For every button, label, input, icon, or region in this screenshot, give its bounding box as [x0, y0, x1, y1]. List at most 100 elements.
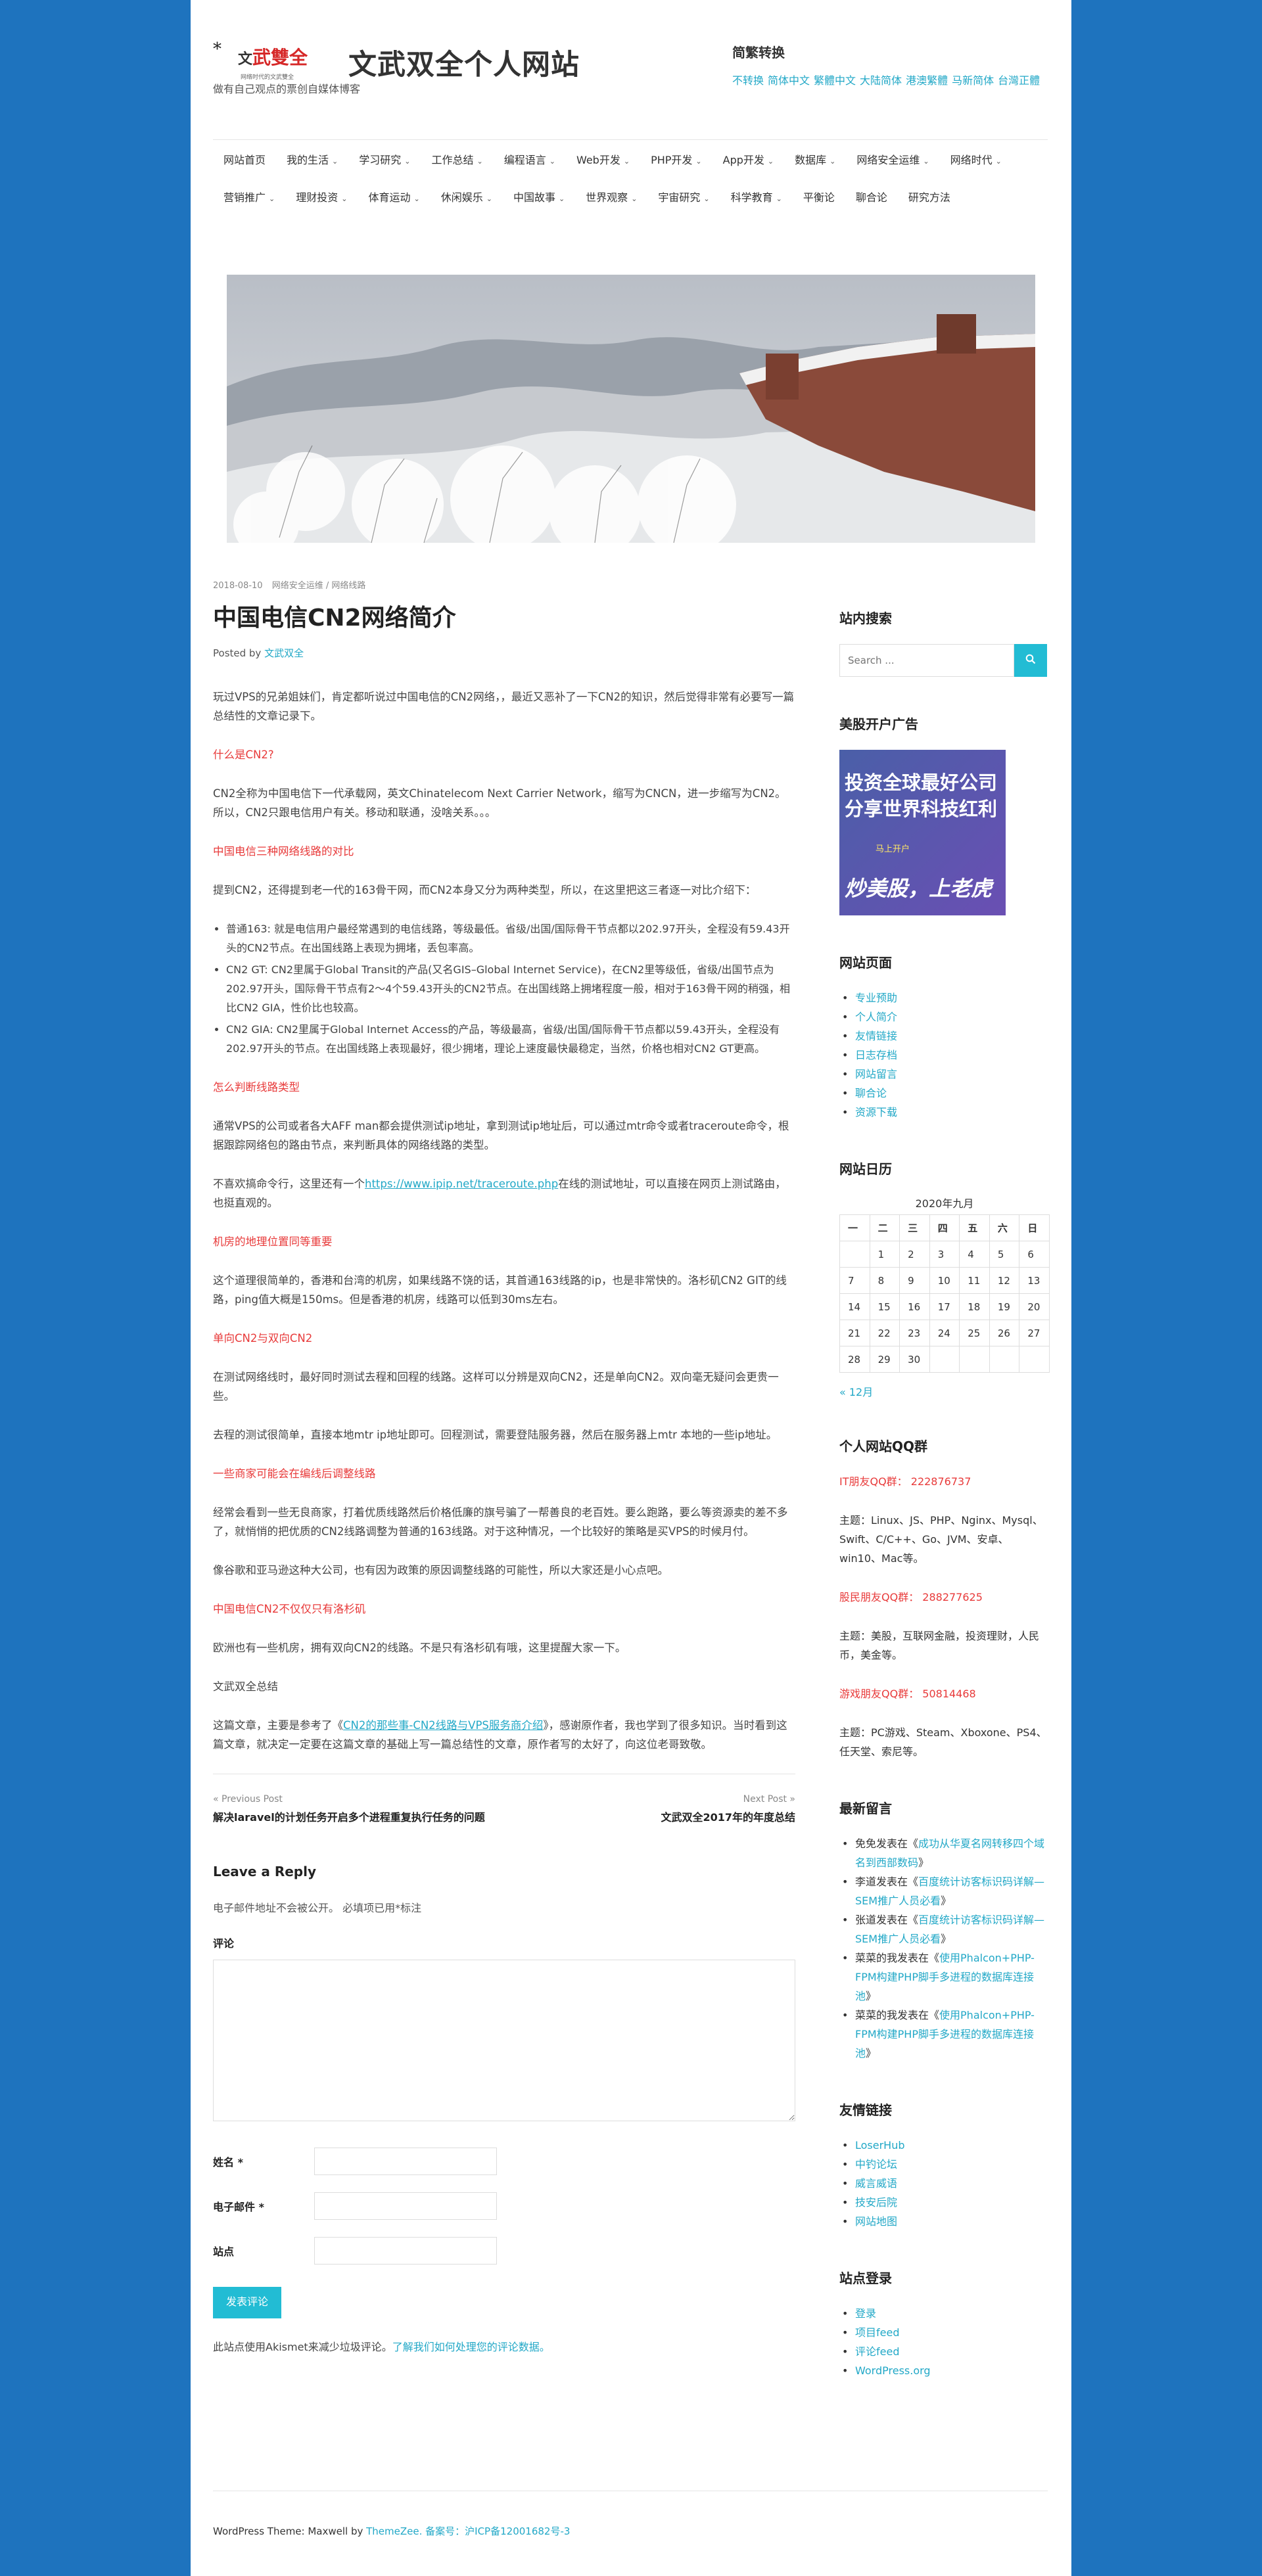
friend-link[interactable]: 网站地图: [855, 2215, 897, 2228]
page-link[interactable]: 专业预助: [855, 992, 897, 1004]
list-item: 项目feed: [839, 2323, 1050, 2342]
convert-link[interactable]: 台灣正體: [998, 74, 1040, 87]
great-wall-snow-image: [227, 275, 1035, 543]
nav-item[interactable]: 工作总结 ⌄: [421, 141, 493, 179]
comment-author: 李道: [855, 1875, 877, 1888]
pages-widget-title: 网站页面: [839, 955, 892, 971]
previous-post-title[interactable]: 解决laravel的计划任务开启多个进程重复执行任务的问题: [213, 1808, 485, 1824]
nav-item[interactable]: 世界观察 ⌄: [575, 179, 647, 216]
comment-form: Leave a Reply 电子邮件地址不会被公开。 必填项已用*标注 评论 姓…: [213, 1864, 795, 2354]
convert-link[interactable]: 繁體中文: [814, 74, 856, 87]
calendar-day: 16: [899, 1293, 930, 1320]
page-link[interactable]: 资源下载: [855, 1106, 897, 1118]
page-link[interactable]: 个人简介: [855, 1011, 897, 1023]
list-item: 网站留言: [839, 1065, 1050, 1084]
comment-textarea[interactable]: [213, 1960, 795, 2121]
convert-link[interactable]: 港澳繁體: [906, 74, 948, 87]
page-link[interactable]: 聊合论: [855, 1087, 887, 1099]
traceroute-link[interactable]: https://www.ipip.net/traceroute.php: [365, 1178, 558, 1190]
author-link[interactable]: 文武双全: [264, 647, 304, 659]
friend-link[interactable]: LoserHub: [855, 2139, 905, 2151]
list-item: 网站地图: [839, 2212, 1050, 2231]
list-item: 聊合论: [839, 1084, 1050, 1103]
ad-headline: 投资全球最好公司 分享世界科技红利: [845, 771, 998, 820]
nav-item[interactable]: 我的生活 ⌄: [276, 141, 348, 179]
search-button[interactable]: [1014, 644, 1047, 677]
chevron-down-icon: ⌄: [332, 157, 339, 166]
site-row: 站点: [213, 2237, 795, 2265]
login-link[interactable]: 登录: [855, 2307, 876, 2320]
email-input[interactable]: [314, 2192, 497, 2220]
search-input[interactable]: [839, 644, 1014, 677]
nav-item-label: 理财投资: [296, 191, 339, 204]
next-post[interactable]: Next Post » 文武双全2017年的年度总结: [661, 1794, 795, 1824]
calendar-prev-link[interactable]: « 12月: [839, 1383, 1050, 1399]
submit-comment-button[interactable]: 发表评论: [213, 2287, 282, 2318]
friend-link[interactable]: 技安后院: [855, 2196, 897, 2209]
search-form: [839, 644, 1050, 677]
post-date[interactable]: 2018-08-10: [213, 581, 263, 591]
nav-item[interactable]: 科学教育 ⌄: [720, 179, 793, 216]
nav-item[interactable]: 数据库 ⌄: [784, 141, 846, 179]
reference-link[interactable]: CN2的那些事-CN2线路与VPS服务商介绍: [343, 1719, 543, 1732]
section-heading: 机房的地理位置同等重要: [213, 1235, 333, 1248]
next-post-title[interactable]: 文武双全2017年的年度总结: [661, 1808, 795, 1824]
convert-link[interactable]: 简体中文: [768, 74, 810, 87]
friend-link[interactable]: 威言威语: [855, 2177, 897, 2190]
section-heading: 单向CN2与双向CN2: [213, 1332, 313, 1345]
calendar-weekday: 六: [989, 1214, 1020, 1241]
comparison-list: 普通163: 就是电信用户最经常遇到的电信线路，等级最低。省级/出国/国际骨干节…: [226, 919, 795, 1058]
convert-link[interactable]: 不转换: [732, 74, 764, 87]
nav-item[interactable]: App开发 ⌄: [713, 141, 784, 179]
calendar-weekday: 日: [1019, 1214, 1050, 1241]
ad-banner[interactable]: 投资全球最好公司 分享世界科技红利 马上开户 炒美股，上老虎: [839, 750, 1006, 915]
convert-links: 不转换 简体中文 繁體中文 大陆简体 港澳繁體 马新简体 台灣正體: [732, 72, 1048, 87]
calendar-day: [839, 1241, 870, 1268]
theme-link[interactable]: ThemeZee.: [366, 2525, 422, 2537]
nav-item-label: 网站首页: [223, 154, 266, 166]
list-item: WordPress.org: [839, 2361, 1050, 2380]
page-link[interactable]: 日志存档: [855, 1049, 897, 1061]
recent-comment-item: 李道发表在《百度统计访客标识码详解—SEM推广人员必看》: [839, 1872, 1050, 1910]
convert-link[interactable]: 马新简体: [952, 74, 994, 87]
name-input[interactable]: [314, 2148, 497, 2175]
login-link[interactable]: 评论feed: [855, 2345, 899, 2358]
nav-item[interactable]: 宇宙研究 ⌄: [647, 179, 720, 216]
nav-item[interactable]: 理财投资 ⌄: [285, 179, 358, 216]
site-input[interactable]: [314, 2237, 497, 2265]
nav-item[interactable]: 学习研究 ⌄: [348, 141, 421, 179]
page-link[interactable]: 网站留言: [855, 1068, 897, 1080]
nav-item[interactable]: 编程语言 ⌄: [494, 141, 566, 179]
site-logo[interactable]: * 文武雙全 网络时代的文武雙全: [213, 38, 325, 81]
nav-item[interactable]: Web开发 ⌄: [566, 141, 640, 179]
nav-item[interactable]: 休闲娱乐 ⌄: [431, 179, 503, 216]
chevron-down-icon: ⌄: [477, 157, 483, 166]
nav-item[interactable]: 聊合论: [845, 179, 898, 216]
site-title[interactable]: 文武双全个人网站: [348, 42, 580, 83]
nav-item[interactable]: 网络时代 ⌄: [940, 141, 1012, 179]
nav-item[interactable]: 体育运动 ⌄: [358, 179, 430, 216]
convert-link[interactable]: 大陆简体: [860, 74, 902, 87]
post-byline: Posted by 文武双全: [213, 646, 795, 660]
nav-item[interactable]: 营销推广 ⌄: [213, 179, 285, 216]
nav-item[interactable]: 网站首页: [213, 141, 276, 179]
nav-item[interactable]: PHP开发 ⌄: [640, 141, 713, 179]
icp-link[interactable]: 备案号：沪ICP备12001682号-3: [422, 2525, 570, 2537]
akismet-link[interactable]: 了解我们如何处理您的评论数据。: [392, 2341, 550, 2353]
friend-link[interactable]: 中钓论坛: [855, 2158, 897, 2171]
calendar-table: 2020年九月 一二三四五六日 1 2 3 4 5 6 7 8 9 10 11 12 13 14 15 16 1…: [839, 1195, 1050, 1373]
calendar-day: 28: [839, 1346, 870, 1373]
nav-item[interactable]: 网络安全运维 ⌄: [846, 141, 939, 179]
nav-item-label: Web开发: [576, 154, 620, 166]
previous-post[interactable]: « Previous Post 解决laravel的计划任务开启多个进程重复执行…: [213, 1794, 485, 1824]
post-categories[interactable]: 网络安全运维 / 网络线路: [272, 581, 366, 591]
nav-item[interactable]: 平衡论: [793, 179, 845, 216]
nav-item[interactable]: 中国故事 ⌄: [503, 179, 575, 216]
post-meta: 2018-08-10 网络安全运维 / 网络线路: [213, 578, 795, 591]
calendar-day: [929, 1346, 960, 1373]
ad-widget-title: 美股开户广告: [839, 716, 918, 732]
nav-item[interactable]: 研究方法: [898, 179, 961, 216]
login-link[interactable]: WordPress.org: [855, 2364, 931, 2377]
page-link[interactable]: 友情链接: [855, 1030, 897, 1042]
login-link[interactable]: 项目feed: [855, 2326, 899, 2339]
